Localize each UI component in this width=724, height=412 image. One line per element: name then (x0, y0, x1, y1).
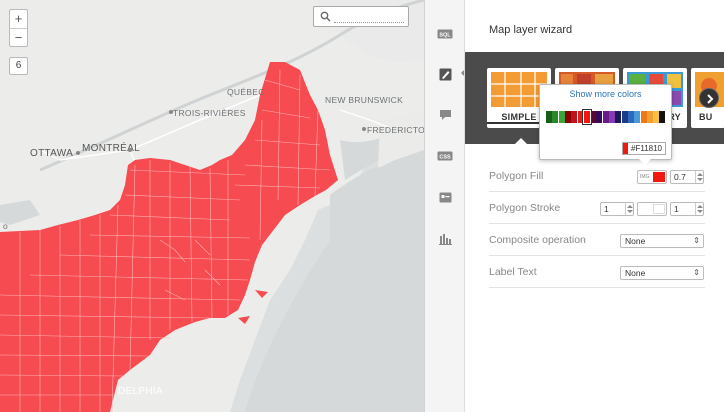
polygon-fill-label: Polygon Fill (489, 170, 544, 182)
color-swatch[interactable] (577, 111, 584, 123)
select-caret-icon: ⇕ (693, 268, 700, 277)
polygon-fill-opacity-value: 0.7 (674, 172, 686, 182)
city-dot (362, 127, 366, 131)
show-more-colors-link[interactable]: Show more colors (540, 89, 671, 99)
infowindow-tab[interactable] (425, 101, 465, 129)
color-swatch[interactable] (615, 111, 622, 123)
color-swatch[interactable] (640, 111, 647, 123)
color-swatch[interactable] (627, 111, 634, 123)
zoom-control: + − (9, 9, 28, 47)
hex-color-input[interactable]: #F11810 (622, 142, 666, 155)
color-swatch[interactable] (596, 111, 603, 123)
tool-strip: SQL CSS (424, 0, 466, 412)
color-picker-popup: Show more colors #F11810 (539, 84, 672, 165)
stroke-opacity-stepper-arrows[interactable] (695, 203, 703, 215)
color-swatch[interactable] (558, 111, 565, 123)
label-trois-rivieres: TROIS-RIVIÈRES (173, 108, 246, 118)
speech-bubble-icon (439, 110, 451, 120)
row-label-text: Label Text None ⇕ (489, 258, 705, 288)
composite-operation-label: Composite operation (489, 234, 586, 246)
color-swatch[interactable] (653, 111, 660, 123)
polygon-stroke-width-value: 1 (604, 204, 609, 214)
wizard-panel: Map layer wizard SIMPLE RY BU Polygon Fi… (464, 0, 724, 412)
map-view[interactable]: QUÉBEC TROIS-RIVIÈRES OTTAWA MONTRÉAL NE… (0, 0, 424, 412)
polygon-stroke-opacity[interactable]: 1 (670, 202, 704, 216)
color-swatch[interactable] (546, 111, 552, 123)
color-swatch[interactable] (571, 111, 578, 123)
basemap (0, 0, 424, 412)
width-stepper-arrows[interactable] (625, 203, 633, 215)
panel-title: Map layer wizard (489, 24, 573, 36)
city-dot (169, 110, 173, 114)
city-dot (128, 148, 132, 152)
color-swatch[interactable] (646, 111, 653, 123)
color-swatch[interactable] (621, 111, 628, 123)
color-swatch[interactable] (552, 111, 559, 123)
city-dot (76, 151, 80, 155)
label-philadelphia-fragment: DELPHIA (118, 386, 163, 397)
label-quebec: QUÉBEC (227, 87, 265, 97)
map-search-box[interactable] (313, 6, 409, 27)
chevron-right-icon (707, 94, 714, 104)
css-tab[interactable]: CSS (425, 142, 465, 170)
zoom-out-button[interactable]: − (10, 28, 27, 46)
filters-tab[interactable] (425, 225, 465, 253)
composite-operation-value: None (625, 236, 646, 246)
label-text-label: Label Text (489, 266, 537, 278)
bar-chart-icon (438, 234, 452, 245)
label-text-select[interactable]: None ⇕ (620, 266, 704, 280)
zoom-in-button[interactable]: + (10, 10, 27, 28)
color-swatch[interactable] (634, 111, 641, 123)
color-swatch[interactable] (582, 110, 591, 124)
polygon-fill-color-button[interactable]: IMG (637, 170, 667, 184)
stroke-color-swatch (653, 204, 665, 214)
color-swatch[interactable] (564, 111, 571, 123)
svg-text:CSS: CSS (439, 154, 451, 160)
svg-text:SQL: SQL (439, 32, 451, 38)
polygon-fill-opacity[interactable]: 0.7 (670, 170, 704, 184)
polygon-stroke-opacity-value: 1 (674, 204, 679, 214)
search-icon (320, 11, 331, 22)
legend-icon (439, 192, 451, 202)
polygon-stroke-color-button[interactable] (637, 202, 667, 216)
css-icon: CSS (437, 151, 453, 161)
label-toronto-fragment: o (3, 221, 9, 231)
row-polygon-stroke: Polygon Stroke 1 1 (489, 194, 705, 224)
polygon-stroke-width[interactable]: 1 (600, 202, 634, 216)
color-swatch[interactable] (609, 111, 615, 123)
label-ottawa: OTTAWA (30, 148, 74, 159)
zoom-level: 6 (9, 57, 28, 75)
opacity-stepper-arrows[interactable] (695, 171, 703, 183)
label-fredericton: FREDERICTON (367, 125, 424, 135)
row-polygon-fill: Polygon Fill IMG 0.7 (489, 162, 705, 192)
thumb-bubble-label: BU (699, 112, 713, 122)
carousel-next-button[interactable] (699, 88, 719, 108)
sql-icon: SQL (437, 29, 453, 39)
composite-operation-select[interactable]: None ⇕ (620, 234, 704, 248)
selected-pointer (514, 138, 528, 145)
sql-tab[interactable]: SQL (425, 20, 465, 48)
color-swatch[interactable] (590, 111, 597, 123)
fill-color-swatch (653, 172, 665, 182)
wizard-tab[interactable] (425, 60, 466, 88)
label-new-brunswick: NEW BRUNSWICK (325, 95, 404, 105)
paintbrush-icon (439, 68, 451, 80)
color-swatch[interactable] (602, 111, 609, 123)
polygon-stroke-label: Polygon Stroke (489, 202, 561, 214)
row-composite-operation: Composite operation None ⇕ (489, 226, 705, 256)
select-caret-icon: ⇕ (693, 236, 700, 245)
legend-tab[interactable] (425, 183, 465, 211)
color-swatch[interactable] (659, 111, 666, 123)
label-text-value: None (625, 268, 646, 278)
map-search-input[interactable] (334, 10, 404, 23)
image-icon: IMG (640, 174, 650, 180)
